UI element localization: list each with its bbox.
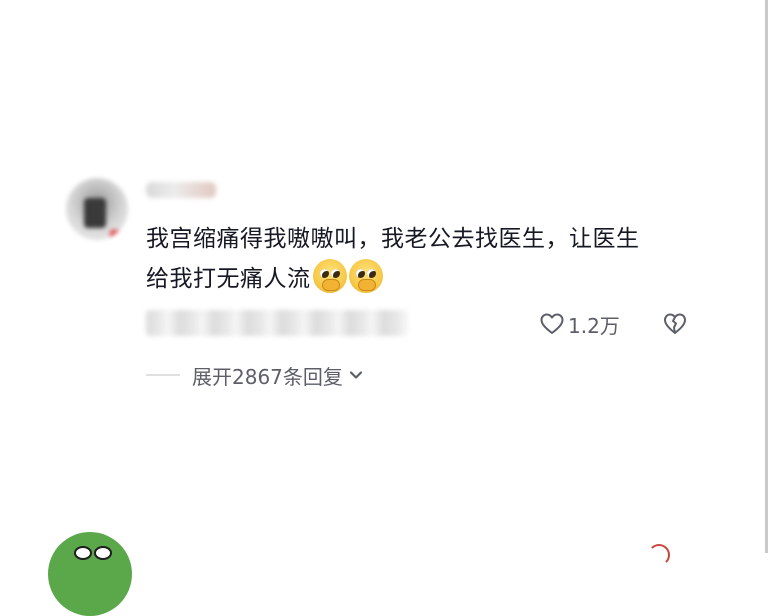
commenter-username-blurred[interactable] xyxy=(146,182,216,198)
next-comment-icon xyxy=(648,544,670,566)
avatar-eye-right xyxy=(94,546,112,560)
comment-item: 我宫缩痛得我嗷嗷叫，我老公去找医生，让医生 给我打无痛人流 1.2万 展开286… xyxy=(66,174,706,394)
comment-meta-blurred xyxy=(146,310,408,336)
pleading-face-emoji-icon xyxy=(312,259,347,293)
avatar-badge xyxy=(110,230,124,240)
commenter-avatar[interactable] xyxy=(66,178,128,240)
expand-divider xyxy=(146,374,180,376)
comment-text-line-1: 我宫缩痛得我嗷嗷叫，我老公去找医生，让医生 xyxy=(146,226,640,252)
heart-outline-icon xyxy=(540,313,564,334)
comment-text-line-2: 给我打无痛人流 xyxy=(146,259,706,299)
broken-heart-icon xyxy=(664,313,686,334)
like-button[interactable]: 1.2万 xyxy=(540,312,620,338)
pleading-face-emoji-icon xyxy=(348,259,383,293)
comment-text-line-2-text: 给我打无痛人流 xyxy=(146,266,311,292)
avatar-eye-left xyxy=(74,546,92,560)
dislike-button[interactable] xyxy=(663,312,687,336)
expand-replies-button[interactable]: 展开2867条回复 xyxy=(146,362,365,389)
avatar-image xyxy=(84,198,106,228)
next-commenter-avatar[interactable] xyxy=(48,532,132,616)
like-count: 1.2万 xyxy=(568,313,620,338)
comment-text: 我宫缩痛得我嗷嗷叫，我老公去找医生，让医生 给我打无痛人流 xyxy=(146,220,706,299)
chevron-down-icon xyxy=(349,371,363,379)
expand-replies-label: 展开2867条回复 xyxy=(192,364,343,389)
